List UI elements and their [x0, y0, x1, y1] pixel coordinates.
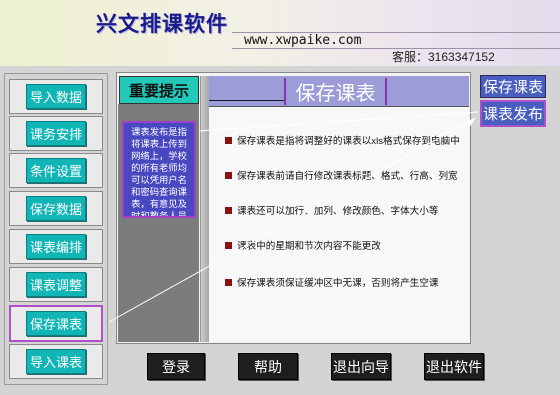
sidebar-item-save-schedule[interactable]: 保存课表	[9, 305, 103, 342]
list-item: 课表还可以加行、加列、修改颜色、字体大小等	[225, 203, 438, 217]
login-button[interactable]: 登录	[147, 353, 205, 380]
customer-service-contact: 客服：3163347152	[392, 50, 495, 64]
bullet-square-icon	[225, 278, 232, 286]
app-title: 兴文排课软件	[96, 11, 228, 36]
bullet-text: 课表还可以加行、加列、修改颜色、字体大小等	[237, 206, 439, 217]
sidebar-item-schedule-adjust[interactable]: 课表调整	[9, 267, 103, 302]
import-data-button[interactable]: 导入数据	[25, 84, 86, 109]
bullet-square-icon	[225, 241, 232, 249]
tip-text-box: 课表发布是指将课表上传到网络上，学校的所有老师均可以凭用户名和密码查询课表，有意…	[122, 121, 196, 218]
condition-settings-button[interactable]: 条件设置	[25, 158, 86, 183]
sidebar-item-condition-settings[interactable]: 条件设置	[9, 153, 103, 188]
tip-heading-label: 重要提示	[128, 82, 189, 100]
sidebar-item-import-data[interactable]: 导入数据	[9, 79, 103, 114]
save-data-button[interactable]: 保存数据	[25, 196, 86, 221]
list-item: 课表中的星期和节次内容不能更改	[225, 238, 381, 252]
save-schedule-button[interactable]: 保存课表	[25, 311, 86, 336]
schedule-arrange-button[interactable]: 课表编排	[25, 234, 86, 259]
sidebar-item-save-data[interactable]: 保存数据	[9, 191, 103, 226]
sidebar-item-import-schedule[interactable]: 导入课表	[9, 344, 103, 379]
help-button[interactable]: 帮助	[238, 353, 298, 380]
save-schedule-right-button[interactable]: 保存课表	[480, 75, 546, 98]
sidebar-item-schedule-arrange[interactable]: 课表编排	[9, 229, 103, 264]
bullet-text: 保存课表是指将调整好的课表以xls格式保存到电脑中	[237, 136, 460, 147]
panel-divider	[200, 76, 209, 342]
page-title: 保存课表	[284, 78, 387, 105]
course-arrangement-button[interactable]: 课务安排	[25, 121, 86, 146]
bullet-text: 课表中的星期和节次内容不能更改	[237, 241, 381, 252]
list-item: 保存课表前请自行修改课表标题、格式、行高、列宽	[225, 168, 458, 182]
list-item: 保存课表是指将调整好的课表以xls格式保存到电脑中	[225, 133, 460, 147]
title-underline	[209, 100, 284, 101]
bullet-square-icon	[225, 136, 232, 144]
bullet-text: 保存课表须保证缓冲区中无课，否则将产生空课	[237, 278, 439, 289]
sidebar-item-course-arrangement[interactable]: 课务安排	[9, 116, 103, 151]
bullet-square-icon	[225, 171, 232, 179]
schedule-adjust-button[interactable]: 课表调整	[25, 272, 86, 297]
bullet-text: 保存课表前请自行修改课表标题、格式、行高、列宽	[237, 171, 458, 182]
list-item: 保存课表须保证缓冲区中无课，否则将产生空课	[225, 275, 438, 289]
exit-wizard-button[interactable]: 退出向导	[331, 353, 391, 380]
publish-schedule-button[interactable]: 课表发布	[480, 100, 546, 127]
bullet-square-icon	[225, 206, 232, 214]
app-header: 兴文排课软件 www.xwpaike.com 客服：3163347152	[0, 0, 560, 66]
exit-software-button[interactable]: 退出软件	[424, 353, 484, 380]
website-url: www.xwpaike.com	[244, 33, 362, 48]
tip-heading: 重要提示	[119, 76, 199, 104]
import-schedule-button[interactable]: 导入课表	[25, 349, 86, 374]
